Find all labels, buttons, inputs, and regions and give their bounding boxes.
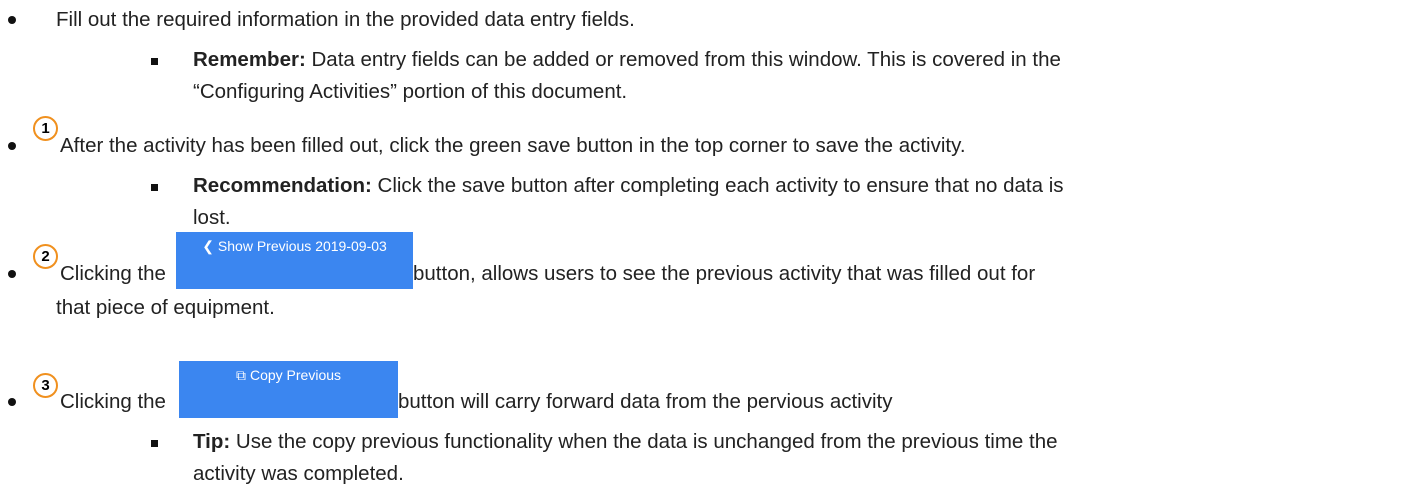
step-2-number-icon: 2 bbox=[33, 244, 58, 269]
tip-label: Tip: bbox=[193, 430, 231, 453]
recommendation-line: Recommendation: Click the save button af… bbox=[193, 174, 1064, 198]
tip-line: Tip: Use the copy previous functionality… bbox=[193, 430, 1058, 454]
step-3-suffix: button will carry forward data from the … bbox=[398, 390, 893, 413]
tip-line-2: activity was completed. bbox=[193, 462, 404, 485]
show-previous-button[interactable]: ❮ Show Previous 2019-09-03 bbox=[176, 232, 413, 289]
bullet-dot bbox=[8, 398, 16, 406]
bullet-dot bbox=[8, 270, 16, 278]
step-3-prefix: Clicking the bbox=[60, 390, 166, 413]
copy-icon: ⧉ bbox=[235, 367, 246, 383]
remember-line: Remember: Data entry fields can be added… bbox=[193, 48, 1061, 72]
step-1-text: After the activity has been filled out, … bbox=[60, 134, 966, 157]
recommendation-text: Click the save button after completing e… bbox=[371, 174, 1064, 197]
recommendation-line-2: lost. bbox=[193, 206, 231, 229]
step-2-suffix-2: that piece of equipment. bbox=[56, 296, 275, 319]
step-2-suffix: button, allows users to see the previous… bbox=[413, 262, 1036, 285]
bullet-dot bbox=[8, 142, 16, 150]
recommendation-label: Recommendation: bbox=[193, 174, 372, 197]
fill-out-text: Fill out the required information in the… bbox=[56, 8, 635, 31]
remember-line-2: “Configuring Activities” portion of this… bbox=[193, 80, 628, 103]
bullet-dot bbox=[8, 16, 16, 24]
document-page: Fill out the required information in the… bbox=[0, 0, 1409, 504]
remember-text: Data entry fields can be added or remove… bbox=[305, 48, 1061, 71]
square-bullet bbox=[151, 58, 158, 65]
step-3-number-icon: 3 bbox=[33, 373, 58, 398]
chevron-left-icon: ❮ bbox=[202, 238, 214, 254]
step-2-prefix: Clicking the bbox=[60, 262, 166, 285]
copy-previous-button[interactable]: ⧉ Copy Previous bbox=[179, 361, 398, 418]
tip-text: Use the copy previous functionality when… bbox=[230, 430, 1058, 453]
show-previous-label: Show Previous 2019-09-03 bbox=[217, 238, 387, 254]
step-1-number-icon: 1 bbox=[33, 116, 58, 141]
remember-label: Remember: bbox=[193, 48, 306, 71]
copy-previous-label: Copy Previous bbox=[249, 367, 342, 383]
square-bullet bbox=[151, 440, 158, 447]
square-bullet bbox=[151, 184, 158, 191]
